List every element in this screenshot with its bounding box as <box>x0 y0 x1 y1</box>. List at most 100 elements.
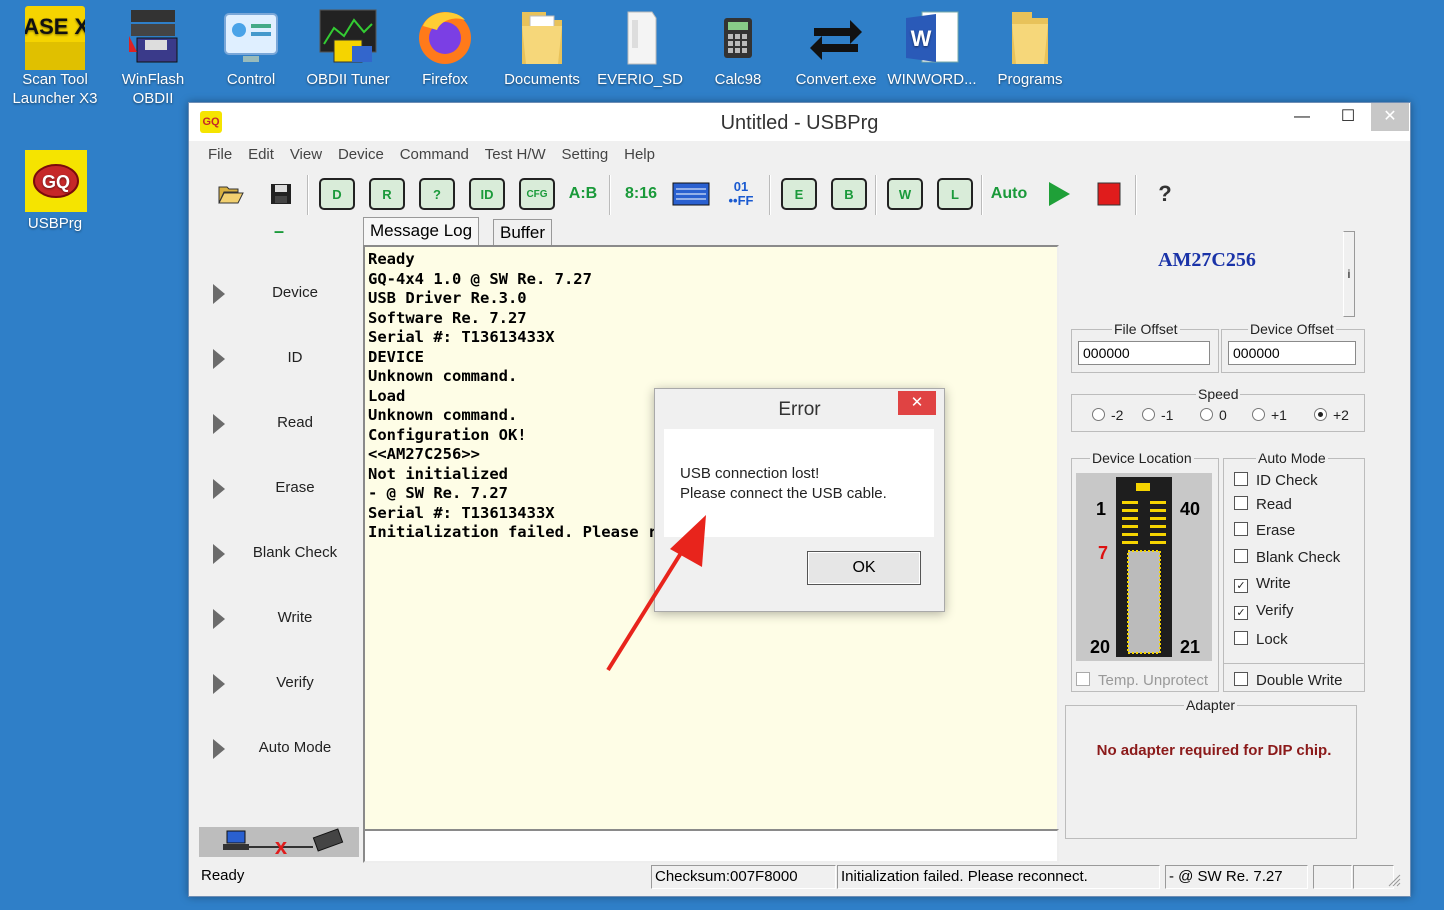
stop-icon[interactable] <box>1089 175 1129 213</box>
desktop-icon-label: Scan Tool Launcher X3 <box>12 71 98 107</box>
tab-message-log[interactable]: Message Log <box>363 217 480 246</box>
desktop-icon-obdii-tuner[interactable]: OBDII Tuner <box>300 0 396 89</box>
read-icon[interactable]: R <box>367 175 407 213</box>
pin-21-label: 21 <box>1180 637 1201 657</box>
log-line: Software Re. 7.27 <box>368 308 527 327</box>
save-icon[interactable] <box>261 175 301 213</box>
winflash-icon <box>123 6 183 66</box>
temp-unprotect-checkbox[interactable]: Temp. Unprotect <box>1076 671 1208 689</box>
command-id[interactable]: ID <box>199 344 359 374</box>
device-name: AM27C256 <box>1158 249 1256 271</box>
command-device[interactable]: Device <box>199 279 359 309</box>
dialog-ok-button[interactable]: OK <box>807 551 921 585</box>
auto-erase-checkbox[interactable]: Erase <box>1234 521 1295 539</box>
command-auto-mode[interactable]: Auto Mode <box>199 734 359 764</box>
menu-test-hw[interactable]: Test H/W <box>479 141 552 169</box>
id-icon[interactable]: ID <box>467 175 507 213</box>
device-info-button[interactable]: i <box>1343 231 1355 317</box>
auto-icon[interactable]: Auto <box>989 175 1029 213</box>
auto-id-check-checkbox[interactable]: ID Check <box>1234 471 1318 489</box>
obdii-tuner-icon <box>318 6 378 66</box>
command-input[interactable] <box>363 829 1059 863</box>
collapse-indicator[interactable]: – <box>199 221 359 242</box>
help-icon[interactable]: ? <box>1145 175 1185 213</box>
select-device-icon[interactable]: D <box>317 175 357 213</box>
status-bar: Ready Checksum:007F8000 Initialization f… <box>189 863 1410 895</box>
desktop-icon-programs[interactable]: Programs <box>982 0 1078 89</box>
menu-setting[interactable]: Setting <box>556 141 615 169</box>
desktop-icon-scan-tool[interactable]: EASE X3 Scan Tool Launcher X3 <box>7 0 103 108</box>
auto-blank-check-checkbox[interactable]: Blank Check <box>1234 548 1340 566</box>
menu-view[interactable]: View <box>284 141 328 169</box>
resize-grip-icon[interactable] <box>1385 871 1401 887</box>
title-bar[interactable]: GQ Untitled - USBPrg — ☐ ✕ <box>189 103 1410 141</box>
open-icon[interactable] <box>211 175 251 213</box>
desktop-icon-calc98[interactable]: Calc98 <box>690 0 786 89</box>
desktop-icon-control-panel[interactable]: Control Panel <box>203 0 299 89</box>
device-offset-input[interactable]: 000000 <box>1228 341 1356 365</box>
run-icon[interactable] <box>1039 175 1079 213</box>
auto-verify-checkbox[interactable]: ✓ Verify <box>1234 602 1294 620</box>
checkmark-icon: ✓ <box>1234 606 1248 620</box>
command-read[interactable]: Read <box>199 409 359 439</box>
compare-icon[interactable]: A:B <box>563 175 603 213</box>
window-title: Untitled - USBPrg <box>720 112 879 134</box>
command-write[interactable]: Write <box>199 604 359 634</box>
log-line: DEVICE <box>368 347 424 366</box>
desktop-icon-label: Calc98 <box>714 71 762 88</box>
svg-text:W: W <box>911 26 932 51</box>
desktop-icon-label: OBDII Tuner <box>306 71 390 88</box>
menu-command[interactable]: Command <box>394 141 475 169</box>
status-extra-panel <box>1313 865 1352 889</box>
desktop-icon-firefox[interactable]: Firefox <box>397 0 493 89</box>
desktop-icon-convert[interactable]: Convert.exe <box>788 0 884 89</box>
log-line: Unknown command. <box>368 367 518 385</box>
folder-icon <box>1000 6 1060 66</box>
desktop-icon-usbprg[interactable]: GQ USBPrg <box>7 144 103 233</box>
folder-icon <box>512 6 572 66</box>
menu-device[interactable]: Device <box>332 141 390 169</box>
maximize-button[interactable]: ☐ <box>1325 103 1371 131</box>
speed-option-plus-1[interactable]: +1 <box>1252 407 1287 423</box>
auto-write-checkbox[interactable]: ✓ Write <box>1234 575 1291 593</box>
erase-icon[interactable]: E <box>779 175 819 213</box>
lock-icon[interactable]: L <box>935 175 975 213</box>
command-verify[interactable]: Verify <box>199 669 359 699</box>
desktop-icon-everio-sd[interactable]: EVERIO_SD <box>592 0 688 89</box>
tab-buffer[interactable]: Buffer <box>493 219 553 246</box>
annotation-arrow-icon <box>606 515 706 672</box>
write-icon[interactable]: W <box>885 175 925 213</box>
double-write-checkbox[interactable]: Double Write <box>1234 671 1342 689</box>
auto-read-checkbox[interactable]: Read <box>1234 495 1292 513</box>
speed-option-plus-2[interactable]: +2 <box>1314 407 1349 423</box>
adapter-text: No adapter required for DIP chip. <box>1096 742 1332 759</box>
swap-icon[interactable]: 8:16 <box>621 175 661 213</box>
desktop-icon-label: WINWORD... <box>887 71 977 88</box>
buffer-icon[interactable] <box>671 175 711 213</box>
desktop-icon-winword[interactable]: W WINWORD... <box>884 0 980 89</box>
verify-icon[interactable]: ? <box>417 175 457 213</box>
file-offset-input[interactable]: 000000 <box>1078 341 1210 365</box>
close-button[interactable]: ✕ <box>1371 103 1409 131</box>
speed-option-minus-1[interactable]: -1 <box>1142 407 1173 423</box>
command-erase[interactable]: Erase <box>199 474 359 504</box>
command-blank-check[interactable]: Blank Check <box>199 539 359 569</box>
fill-icon[interactable]: 01 ••FF <box>721 175 761 213</box>
desktop-icon-documents[interactable]: Documents <box>494 0 590 89</box>
log-line: Serial #: T13613433X <box>368 328 555 346</box>
play-triangle-icon <box>213 284 225 304</box>
auto-lock-checkbox[interactable]: Lock <box>1234 630 1288 648</box>
menu-edit[interactable]: Edit <box>242 141 280 169</box>
auto-mode-label: Auto Mode <box>1256 450 1328 466</box>
blank-icon[interactable]: B <box>829 175 869 213</box>
speed-option-0[interactable]: 0 <box>1200 407 1227 423</box>
config-icon[interactable]: CFG <box>517 175 557 213</box>
toolbar-separator <box>307 175 309 215</box>
speed-option-minus-2[interactable]: -2 <box>1092 407 1123 423</box>
desktop-icon-winflash[interactable]: WinFlash OBDII <box>105 0 201 108</box>
convert-arrows-icon <box>806 6 866 66</box>
minimize-button[interactable]: — <box>1279 103 1325 131</box>
menu-help[interactable]: Help <box>618 141 661 169</box>
menu-file[interactable]: File <box>202 141 238 169</box>
dialog-close-button[interactable]: ✕ <box>898 391 936 415</box>
